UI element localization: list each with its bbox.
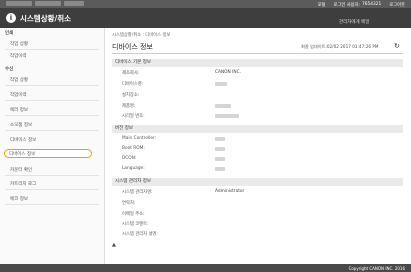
- logout-link[interactable]: 로그아웃: [389, 2, 405, 8]
- sidebar-item-print-history[interactable]: 작업이력: [10, 53, 27, 59]
- value-sysadmin-name: Administrator: [215, 189, 245, 194]
- label-device-name: 디바이스명:: [122, 82, 144, 87]
- sidebar-item-consumables[interactable]: 소모품 정보: [10, 122, 32, 128]
- divider: [5, 189, 99, 190]
- label-contact: 연락처:: [122, 201, 136, 206]
- divider: [5, 115, 99, 116]
- sidebar-item-eco-info[interactable]: 에코 정보: [10, 196, 28, 202]
- sidebar-item-receive-status[interactable]: 작업 상황: [10, 77, 28, 83]
- section-device-basic: 디바이스 기본 정보: [112, 59, 403, 67]
- label-location: 설치장소:: [122, 93, 140, 98]
- header: i 시스템상황/취소 관리자에게 메일: [0, 8, 411, 28]
- divider: [5, 49, 99, 50]
- value-manufacturer: CANON INC.: [215, 70, 241, 75]
- portal-link[interactable]: 포털: [318, 2, 326, 8]
- redacted-value: [215, 137, 225, 141]
- sidebar-item-device-info[interactable]: 디바이스 정보: [4, 149, 92, 158]
- divider: [5, 130, 99, 131]
- section-sysadmin: 시스템 관리자 정보: [112, 178, 403, 186]
- login-user-value: 7654321: [362, 1, 382, 7]
- label-boot-rom: Boot ROM:: [122, 146, 145, 151]
- redacted-value: [215, 114, 239, 118]
- browser-tabs: [6, 1, 84, 6]
- to-top-icon[interactable]: ▲: [112, 242, 116, 248]
- label-sysadmin-name: 시스템 관리자명:: [122, 190, 153, 195]
- login-user-label: 로그인 사용자:: [333, 2, 361, 8]
- redacted-value: [215, 167, 225, 171]
- sidebar: 인쇄 작업 상황 작업이력 수신 작업 상황 작업이력 에러 정보 소모품 정보…: [0, 28, 105, 264]
- label-manufacturer: 제조회사:: [122, 71, 140, 76]
- divider: [5, 85, 99, 86]
- sidebar-heading-receive: 수신: [5, 67, 14, 72]
- label-dcon: DCON:: [122, 156, 137, 161]
- label-sysadmin-desc: 시스템 관리자 설명:: [122, 232, 158, 237]
- footer: Copyright CANON INC. 2016: [0, 264, 411, 272]
- label-system-comment: 시스템 코멘트:: [122, 222, 149, 227]
- page-title: 디바이스 정보: [112, 43, 153, 51]
- tab-placeholder[interactable]: [35, 1, 61, 6]
- refresh-icon[interactable]: ↻: [394, 42, 400, 50]
- label-serial-number: 시리얼 번호:: [122, 114, 145, 119]
- sidebar-item-print-status[interactable]: 작업 상황: [10, 41, 28, 47]
- label-email: 이메일 주소:: [122, 212, 145, 217]
- info-icon: i: [6, 13, 16, 23]
- copyright: Copyright CANON INC. 2016: [348, 265, 405, 271]
- page-header-title: 시스템상황/취소: [20, 14, 72, 23]
- main-content: 시스템상황/취소 : 디바이스 정보 디바이스 정보 최종 업데이트:02/02…: [106, 28, 406, 264]
- redacted-value: [215, 82, 227, 86]
- divider: [112, 53, 403, 54]
- sidebar-item-cartridge-log[interactable]: 카트리지 로그: [10, 181, 36, 187]
- sidebar-item-device-info-a[interactable]: 디바이스 정보: [10, 137, 36, 143]
- sidebar-heading-print: 인쇄: [5, 31, 14, 36]
- admin-mail-link[interactable]: 관리자에게 메일: [339, 19, 369, 25]
- divider: [5, 100, 99, 101]
- sidebar-item-error-info[interactable]: 에러 정보: [10, 107, 28, 113]
- tab-placeholder[interactable]: [64, 1, 84, 6]
- redacted-value: [215, 157, 225, 161]
- redacted-value: [215, 104, 231, 108]
- breadcrumb: 시스템상황/취소 : 디바이스 정보: [112, 33, 171, 38]
- tab-placeholder[interactable]: [6, 1, 32, 6]
- label-language: Language:: [122, 166, 145, 171]
- divider: [5, 204, 99, 205]
- top-bar: 포털 로그인 사용자: 7654321 로그아웃: [0, 0, 411, 8]
- label-main-controller: Main Controller:: [122, 136, 157, 141]
- label-product-name: 제품명:: [122, 104, 136, 109]
- sidebar-item-receive-history[interactable]: 작업이력: [10, 92, 27, 98]
- last-updated: 최종 업데이트:02/02 2017 01:47:26 PM: [301, 44, 379, 49]
- divider: [5, 175, 99, 176]
- section-version: 버전 정보: [112, 125, 403, 133]
- redacted-value: [215, 147, 225, 151]
- sidebar-item-counter[interactable]: 카운터 확인: [10, 167, 32, 173]
